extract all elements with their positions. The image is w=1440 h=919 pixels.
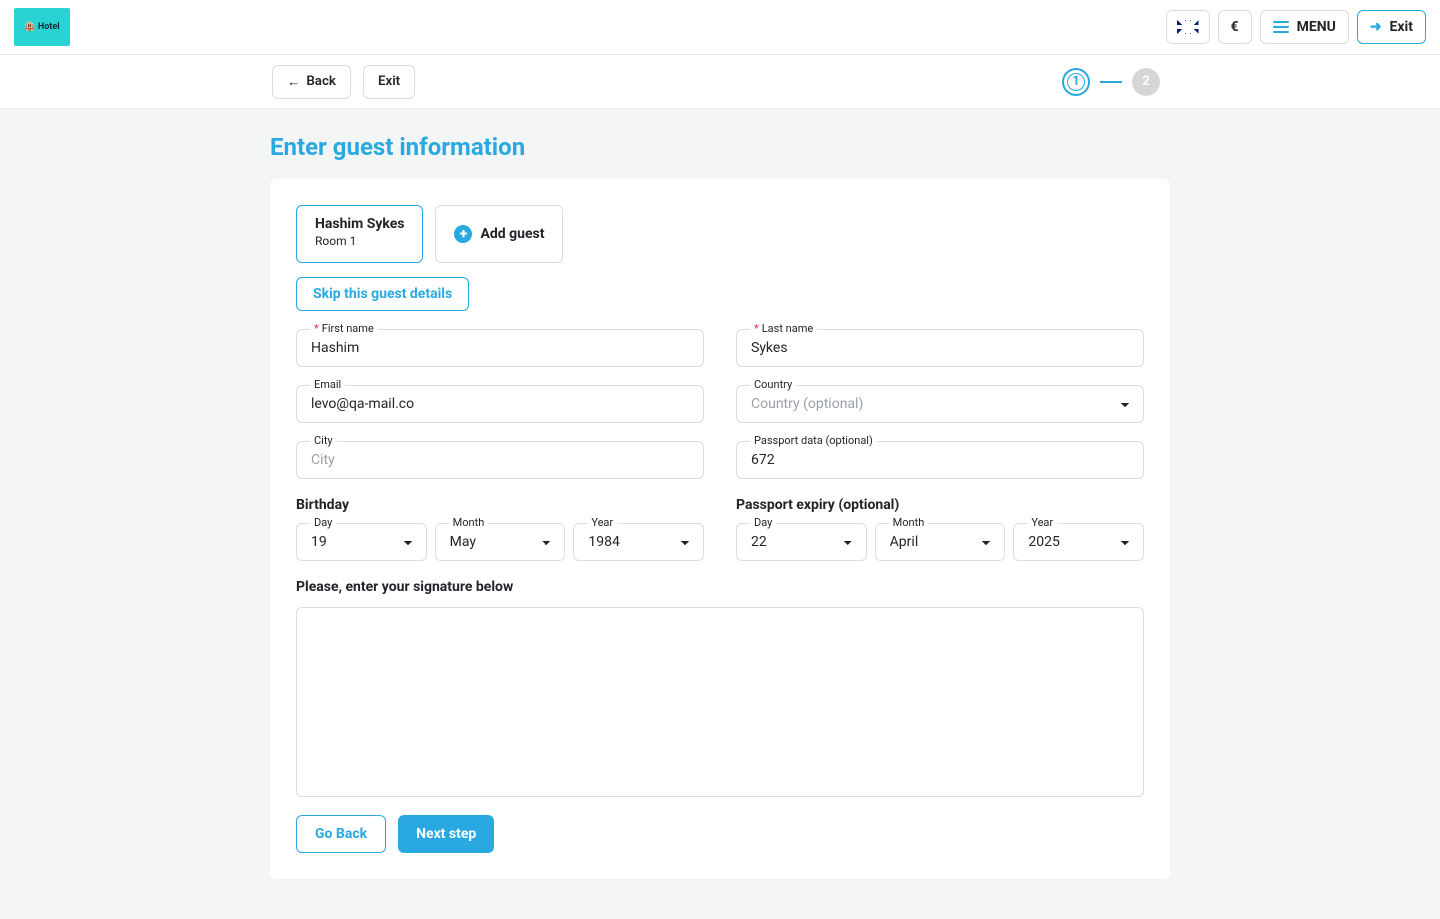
last-name-label: *Last name (750, 322, 817, 335)
language-selector[interactable] (1166, 10, 1210, 44)
subbar: ← Back Exit 1 2 (0, 55, 1440, 109)
guest-tab-name: Hashim Sykes (315, 216, 404, 232)
country-label: Country (750, 378, 796, 391)
step-2: 2 (1132, 68, 1160, 96)
guest-tab-active[interactable]: Hashim Sykes Room 1 (296, 205, 423, 263)
exit-label: Exit (1390, 19, 1413, 35)
birthday-month-field: Month May (435, 523, 566, 561)
birthday-day-label: Day (310, 516, 336, 529)
expiry-month-field: Month April (875, 523, 1006, 561)
next-step-button[interactable]: Next step (398, 815, 494, 853)
subbar-exit-label: Exit (378, 74, 400, 89)
step-indicator: 1 2 (1062, 68, 1160, 96)
city-field: City (296, 441, 704, 479)
topbar: 🏨 Hotel € MENU ➜ Exit (0, 0, 1440, 55)
currency-symbol: € (1231, 19, 1239, 35)
email-field: Email (296, 385, 704, 423)
expiry-year-label: Year (1027, 516, 1057, 529)
topbar-right: € MENU ➜ Exit (1166, 10, 1426, 44)
hamburger-icon (1273, 21, 1289, 33)
country-select[interactable]: Country (optional) (736, 385, 1144, 423)
footer-buttons: Go Back Next step (296, 815, 1144, 853)
passport-field: Passport data (optional) (736, 441, 1144, 479)
birthday-day-field: Day 19 (296, 523, 427, 561)
birthday-year-field: Year 1984 (573, 523, 704, 561)
go-back-button[interactable]: Go Back (296, 815, 386, 853)
add-guest-tab[interactable]: + Add guest (435, 205, 563, 263)
expiry-day-field: Day 22 (736, 523, 867, 561)
expiry-year-field: Year 2025 (1013, 523, 1144, 561)
last-name-field: *Last name (736, 329, 1144, 367)
first-name-field: *First name (296, 329, 704, 367)
guest-tabs: Hashim Sykes Room 1 + Add guest (296, 205, 1144, 263)
country-field: Country Country (optional) (736, 385, 1144, 423)
menu-label: MENU (1297, 19, 1336, 35)
step-1: 1 (1062, 68, 1090, 96)
back-button[interactable]: ← Back (272, 65, 351, 99)
guest-form-card: Hashim Sykes Room 1 + Add guest Skip thi… (270, 179, 1170, 879)
exit-icon: ➜ (1370, 19, 1382, 35)
arrow-left-icon: ← (287, 74, 300, 90)
birthday-month-label: Month (449, 516, 489, 529)
signature-canvas[interactable] (296, 607, 1144, 797)
expiry-day-label: Day (750, 516, 776, 529)
currency-selector[interactable]: € (1218, 10, 1252, 44)
expiry-month-label: Month (889, 516, 929, 529)
menu-button[interactable]: MENU (1260, 10, 1349, 44)
step-connector (1100, 81, 1122, 83)
subbar-exit-button[interactable]: Exit (363, 65, 415, 99)
brand-logo-text: 🏨 Hotel (24, 22, 59, 32)
uk-flag-icon (1177, 20, 1199, 34)
passport-label: Passport data (optional) (750, 434, 877, 447)
back-label: Back (306, 74, 336, 89)
skip-guest-button[interactable]: Skip this guest details (296, 277, 469, 311)
signature-label: Please, enter your signature below (296, 579, 1144, 595)
email-label: Email (310, 378, 345, 391)
expiry-group-label: Passport expiry (optional) (736, 497, 1144, 513)
topbar-exit-button[interactable]: ➜ Exit (1357, 10, 1426, 44)
first-name-label: *First name (310, 322, 378, 335)
guest-tab-room: Room 1 (315, 234, 404, 248)
birthday-year-label: Year (587, 516, 617, 529)
plus-circle-icon: + (454, 225, 472, 243)
brand-logo[interactable]: 🏨 Hotel (14, 8, 70, 46)
email-input[interactable] (296, 385, 704, 423)
page-title: Enter guest information (270, 133, 1170, 161)
city-label: City (310, 434, 337, 447)
birthday-group-label: Birthday (296, 497, 704, 513)
city-input[interactable] (296, 441, 704, 479)
add-guest-label: Add guest (480, 226, 544, 242)
